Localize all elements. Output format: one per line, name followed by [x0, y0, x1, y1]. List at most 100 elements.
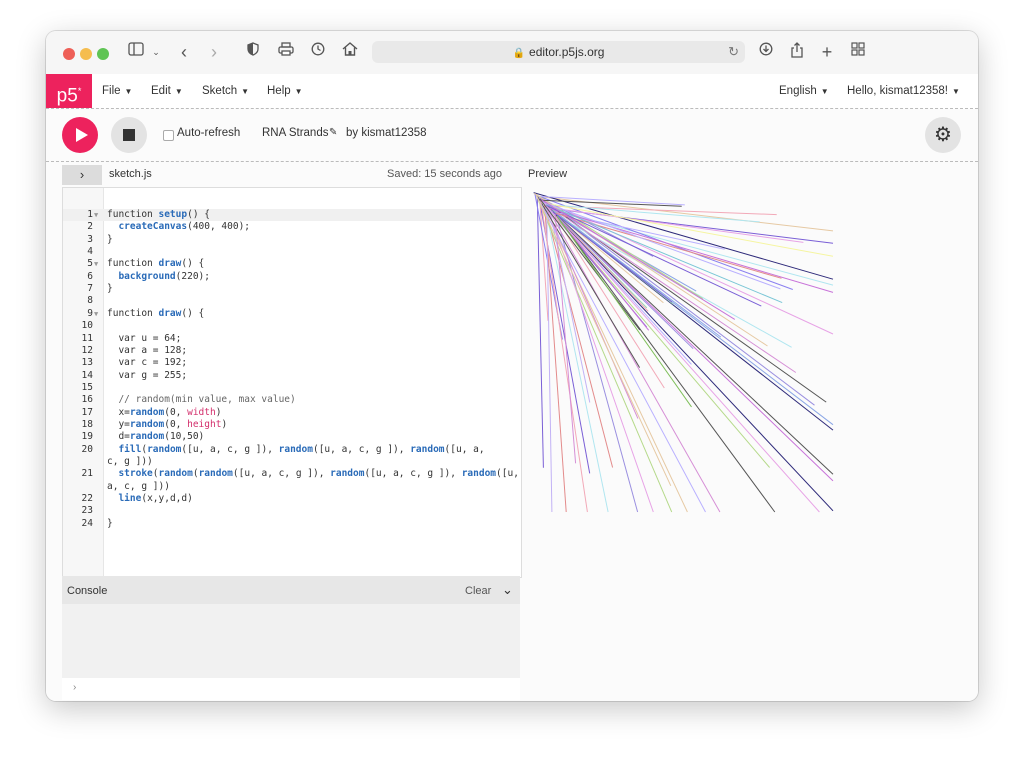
- console-title: Console: [67, 585, 108, 597]
- code-line[interactable]: 3}: [63, 234, 521, 246]
- language-label: English: [779, 85, 817, 97]
- console-input[interactable]: ›: [62, 678, 520, 700]
- code-line[interactable]: 8: [63, 295, 521, 307]
- code-line[interactable]: 16 // random(min value, max value): [63, 394, 521, 406]
- menu-sketch[interactable]: Sketch ▼: [202, 74, 249, 108]
- line-number: 7: [87, 283, 93, 295]
- code-line[interactable]: 6 background(220);: [63, 271, 521, 283]
- editor-main: › sketch.js Saved: 15 seconds ago Previe…: [46, 162, 978, 701]
- code-text: y=random(0, height): [107, 418, 228, 430]
- code-line[interactable]: 20 fill(random([u, a, c, g ]), random([u…: [63, 444, 521, 456]
- shield-icon[interactable]: [245, 42, 261, 62]
- browser-titlebar: ⌄ ‹ › 🔒 editor.p5js.org ↻ +: [46, 31, 978, 75]
- code-line[interactable]: 4: [63, 246, 521, 258]
- saved-status: Saved: 15 seconds ago: [387, 168, 502, 180]
- code-line[interactable]: 9 ▼ function draw() {: [63, 308, 521, 320]
- code-text: // random(min value, max value): [107, 394, 296, 406]
- line-number: 23: [81, 505, 93, 517]
- chevron-down-icon[interactable]: ⌄: [502, 582, 513, 598]
- code-line[interactable]: 17 x=random(0, width): [63, 407, 521, 419]
- code-line[interactable]: 18 y=random(0, height): [63, 419, 521, 431]
- caret-down-icon: ▼: [952, 87, 960, 96]
- sidebar-icon[interactable]: [126, 42, 146, 62]
- zoom-window-button[interactable]: [97, 48, 109, 60]
- preview-strand: [546, 204, 762, 307]
- code-line[interactable]: 14 var g = 255;: [63, 370, 521, 382]
- reload-icon[interactable]: ↻: [728, 41, 739, 63]
- chevron-down-icon[interactable]: ⌄: [149, 42, 163, 62]
- auto-refresh-checkbox[interactable]: [163, 130, 174, 141]
- code-line[interactable]: 13 var c = 192;: [63, 357, 521, 369]
- user-label: Hello, kismat12358!: [847, 85, 948, 97]
- preview-canvas[interactable]: [528, 187, 928, 587]
- new-tab-icon[interactable]: +: [819, 42, 835, 62]
- code-line[interactable]: 12 var a = 128;: [63, 345, 521, 357]
- code-line[interactable]: c, g ])): [63, 456, 521, 468]
- history-icon[interactable]: [309, 42, 327, 62]
- code-text: }: [107, 517, 113, 529]
- sketch-author[interactable]: by kismat12358: [346, 127, 427, 139]
- menu-sketch-label: Sketch: [202, 85, 238, 97]
- code-text: a, c, g ])): [107, 480, 170, 492]
- line-number: 24: [81, 517, 93, 529]
- line-number: 15: [81, 381, 93, 393]
- code-line[interactable]: 2 createCanvas(400, 400);: [63, 221, 521, 233]
- close-window-button[interactable]: [63, 48, 75, 60]
- code-editor[interactable]: 1 ▼ function setup() {2 createCanvas(400, …: [62, 187, 522, 578]
- url-text: editor.p5js.org: [529, 45, 605, 59]
- preview-label: Preview: [528, 168, 568, 180]
- print-icon[interactable]: [277, 42, 295, 62]
- stop-button[interactable]: [111, 117, 147, 153]
- code-line[interactable]: 1 ▼ function setup() {: [63, 209, 521, 221]
- fold-icon[interactable]: ▼: [94, 308, 98, 320]
- line-number: 16: [81, 394, 93, 406]
- pencil-icon[interactable]: ✎: [329, 127, 337, 138]
- code-text: line(x,y,d,d): [118, 493, 193, 505]
- code-line[interactable]: a, c, g ])): [63, 481, 521, 493]
- caret-down-icon: ▼: [174, 87, 183, 96]
- share-icon[interactable]: [789, 42, 805, 62]
- browser-window: ⌄ ‹ › 🔒 editor.p5js.org ↻ + p5* File ▼ E…: [46, 31, 978, 701]
- sketch-name[interactable]: RNA Strands: [262, 127, 328, 139]
- code-line[interactable]: 21 stroke(random(random([u, a, c, g ]), …: [63, 468, 521, 480]
- settings-button[interactable]: ⚙: [925, 117, 961, 153]
- home-icon[interactable]: [341, 42, 359, 62]
- fold-icon[interactable]: ▼: [94, 209, 98, 221]
- menu-help[interactable]: Help ▼: [267, 74, 303, 108]
- line-number: 6: [87, 270, 93, 282]
- menu-edit[interactable]: Edit ▼: [151, 74, 183, 108]
- caret-down-icon: ▼: [294, 87, 303, 96]
- line-number: 19: [81, 431, 93, 443]
- p5-logo[interactable]: p5*: [46, 74, 92, 108]
- file-tab-name[interactable]: sketch.js: [109, 168, 152, 180]
- code-line[interactable]: 11 var u = 64;: [63, 333, 521, 345]
- code-line[interactable]: 5 ▼ function draw() {: [63, 258, 521, 270]
- language-menu[interactable]: English ▼: [779, 74, 829, 108]
- user-menu[interactable]: Hello, kismat12358! ▼: [847, 74, 960, 108]
- fold-icon[interactable]: ▼: [94, 258, 98, 270]
- play-button[interactable]: [62, 117, 98, 153]
- code-line[interactable]: 19 d=random(10,50): [63, 431, 521, 443]
- minimize-window-button[interactable]: [80, 48, 92, 60]
- code-text: function draw() {: [107, 258, 205, 270]
- code-line[interactable]: 7}: [63, 283, 521, 295]
- address-bar[interactable]: 🔒 editor.p5js.org ↻: [372, 41, 745, 63]
- logo-text: p5: [56, 85, 78, 107]
- code-text: d=random(10,50): [107, 431, 205, 443]
- code-line[interactable]: 24}: [63, 518, 521, 530]
- console-clear-button[interactable]: Clear: [465, 585, 491, 597]
- tab-overview-icon[interactable]: [849, 42, 867, 62]
- code-text: background(220);: [118, 270, 210, 282]
- back-icon[interactable]: ‹: [176, 42, 192, 62]
- menu-file[interactable]: File ▼: [102, 74, 132, 108]
- sidebar-toggle-button[interactable]: ›: [62, 165, 102, 185]
- code-line[interactable]: 10: [63, 320, 521, 332]
- line-number: 4: [87, 246, 93, 258]
- code-line[interactable]: 15: [63, 382, 521, 394]
- code-line[interactable]: 22 line(x,y,d,d): [63, 493, 521, 505]
- code-line[interactable]: 23: [63, 505, 521, 517]
- downloads-icon[interactable]: [758, 42, 774, 62]
- code-text: createCanvas(400, 400);: [118, 221, 251, 233]
- caret-down-icon: ▼: [124, 87, 133, 96]
- forward-icon[interactable]: ›: [206, 42, 222, 62]
